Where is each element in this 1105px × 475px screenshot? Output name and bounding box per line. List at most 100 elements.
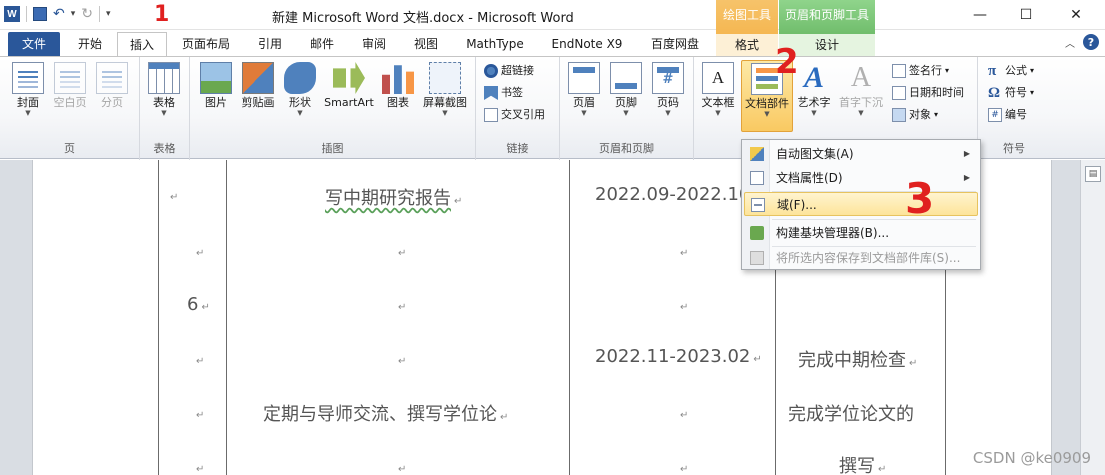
table-cell[interactable]: 2022.11-2023.02 ↵ — [595, 346, 762, 367]
customize-toolbar-icon[interactable]: ▾ — [106, 9, 111, 19]
table-cell[interactable]: 6 ↵ — [187, 294, 210, 315]
minimize-icon[interactable]: — — [957, 0, 1003, 30]
equation-button[interactable]: π 公式 ▾ — [988, 61, 1034, 81]
signature-line-button[interactable]: 签名行 ▾ — [892, 61, 949, 81]
table-cell[interactable]: ↵ — [395, 456, 406, 475]
table-cell[interactable]: ↵ — [193, 402, 204, 423]
drop-cap-button[interactable]: A 首字下沉 ▼ — [836, 60, 886, 132]
menu-item-autotext[interactable]: 自动图文集(A) ▶ — [744, 142, 978, 166]
table-cell[interactable]: ↵ — [395, 294, 406, 315]
tab-baidu-netdisk[interactable]: 百度网盘 — [643, 32, 707, 56]
chart-button[interactable]: 图表 — [378, 60, 418, 132]
close-icon[interactable]: ✕ — [1053, 0, 1099, 30]
omega-icon: Ω — [988, 85, 1001, 101]
table-cell[interactable]: ↵ — [677, 456, 688, 475]
menu-item-field[interactable]: 域(F)... — [744, 192, 978, 216]
hyperlink-icon — [484, 64, 498, 78]
tab-page-layout[interactable]: 页面布局 — [176, 32, 236, 56]
undo-icon[interactable]: ↶ — [53, 6, 65, 22]
menu-item-label: 自动图文集(A) — [776, 147, 854, 161]
annotation-step-1: 1 — [154, 2, 170, 27]
textbox-icon: A — [702, 62, 734, 94]
table-cell[interactable]: 2022.09-2022.10 — [595, 184, 750, 205]
table-cell[interactable]: 完成中期检查 ↵ — [798, 346, 917, 372]
redo-icon[interactable]: ↻ — [81, 6, 93, 22]
table-button[interactable]: 表格 ▼ — [144, 60, 184, 132]
table-cell[interactable]: ↵ — [395, 240, 406, 261]
object-button[interactable]: 对象 ▾ — [892, 105, 938, 125]
drawing-tools-label: 绘图工具 — [722, 8, 771, 22]
cover-page-button[interactable]: 封面 ▼ — [8, 60, 48, 132]
tab-view[interactable]: 视图 — [406, 32, 446, 56]
window-title: 新建 Microsoft Word 文档.docx - Microsoft Wo… — [272, 11, 574, 26]
group-label-tables: 表格 — [153, 142, 176, 155]
vertical-scrollbar[interactable]: ▤ — [1080, 160, 1105, 475]
tab-home[interactable]: 开始 — [68, 32, 112, 56]
table-cell[interactable]: 撰写 ↵ — [839, 452, 886, 475]
picture-label: 图片 — [205, 96, 227, 109]
menu-item-save-selection[interactable]: 将所选内容保存到文档部件库(S)... — [744, 246, 978, 270]
table-cell[interactable]: ↵ — [677, 240, 688, 261]
cross-reference-label: 交叉引用 — [501, 108, 545, 121]
page-number-button[interactable]: 页码 ▼ — [648, 60, 688, 132]
table-cell[interactable]: ↵ — [677, 294, 688, 315]
minimize-ribbon-icon[interactable]: ︿ — [1065, 35, 1075, 50]
table-border — [226, 160, 227, 475]
hyperlink-button[interactable]: 超链接 — [484, 61, 534, 81]
clipart-button[interactable]: 剪贴画 — [238, 60, 278, 132]
view-ruler-icon[interactable]: ▤ — [1085, 166, 1101, 182]
header-footer-tools-label: 页眉和页脚工具 — [784, 8, 869, 22]
tab-format[interactable]: 格式 — [716, 34, 778, 56]
shapes-button[interactable]: 形状 ▼ — [280, 60, 320, 132]
chevron-down-icon: ▾ — [934, 110, 939, 119]
textbox-button[interactable]: A 文本框 ▼ — [698, 60, 738, 132]
equation-label: 公式 — [1005, 64, 1027, 77]
symbol-button[interactable]: Ω 符号 ▾ — [988, 83, 1034, 103]
table-cell[interactable]: 定期与导师交流、撰写学位论 ↵ — [263, 400, 508, 426]
table-cell[interactable]: 完成学位论文的 — [788, 400, 914, 426]
table-cell[interactable]: ↵ — [677, 402, 688, 423]
smartart-button[interactable]: SmartArt — [324, 60, 374, 132]
menu-item-building-blocks[interactable]: 构建基块管理器(B)... — [744, 221, 978, 245]
table-cell[interactable]: ↵ — [193, 456, 204, 475]
tab-mathtype[interactable]: MathType — [460, 32, 530, 56]
symbol-label: 符号 — [1005, 86, 1027, 99]
bookmark-button[interactable]: 书签 — [484, 83, 523, 103]
numbering-label: 编号 — [1005, 108, 1027, 121]
save-icon[interactable] — [33, 7, 47, 21]
footer-button[interactable]: 页脚 ▼ — [606, 60, 646, 132]
cross-reference-button[interactable]: 交叉引用 — [484, 105, 545, 125]
tab-references[interactable]: 引用 — [250, 32, 290, 56]
table-cell[interactable]: ↵ — [193, 348, 204, 369]
tab-review[interactable]: 审阅 — [354, 32, 394, 56]
numbering-button[interactable]: # 编号 — [988, 105, 1027, 125]
table-cell[interactable]: 写中期研究报告 ↵ — [325, 184, 462, 210]
table-cell[interactable]: ↵ — [193, 240, 204, 261]
maximize-icon[interactable]: ☐ — [1003, 0, 1049, 30]
annotation-step-3: 3 — [905, 174, 935, 223]
hyperlink-label: 超链接 — [501, 64, 534, 77]
tab-endnote[interactable]: EndNote X9 — [547, 32, 627, 56]
date-time-button[interactable]: 日期和时间 — [892, 83, 964, 103]
page-break-button[interactable]: 分页 — [92, 60, 132, 132]
table-cell[interactable]: ↵ — [395, 348, 406, 369]
tab-mailings[interactable]: 邮件 — [302, 32, 342, 56]
chevron-down-icon: ▼ — [858, 109, 864, 117]
tab-file[interactable]: 文件 — [8, 32, 60, 56]
tab-insert[interactable]: 插入 — [117, 32, 167, 56]
cover-page-icon — [12, 62, 44, 94]
undo-dropdown-icon[interactable]: ▾ — [71, 9, 76, 19]
signature-line-label: 签名行 — [909, 64, 942, 77]
help-icon[interactable]: ? — [1083, 34, 1099, 50]
menu-item-label: 构建基块管理器(B)... — [776, 226, 890, 240]
table-label: 表格 — [153, 96, 175, 109]
menu-item-label: 文档属性(D) — [776, 171, 843, 185]
blank-page-button[interactable]: 空白页 — [50, 60, 90, 132]
menu-item-document-property[interactable]: 文档属性(D) ▶ — [744, 166, 978, 190]
word-app-icon[interactable]: W — [4, 6, 20, 22]
wordart-button[interactable]: A 艺术字 ▼ — [794, 60, 834, 132]
header-button[interactable]: 页眉 ▼ — [564, 60, 604, 132]
picture-button[interactable]: 图片 — [196, 60, 236, 132]
screenshot-button[interactable]: 屏幕截图 ▼ — [420, 60, 470, 132]
table-cell[interactable]: ↵ — [167, 184, 178, 205]
